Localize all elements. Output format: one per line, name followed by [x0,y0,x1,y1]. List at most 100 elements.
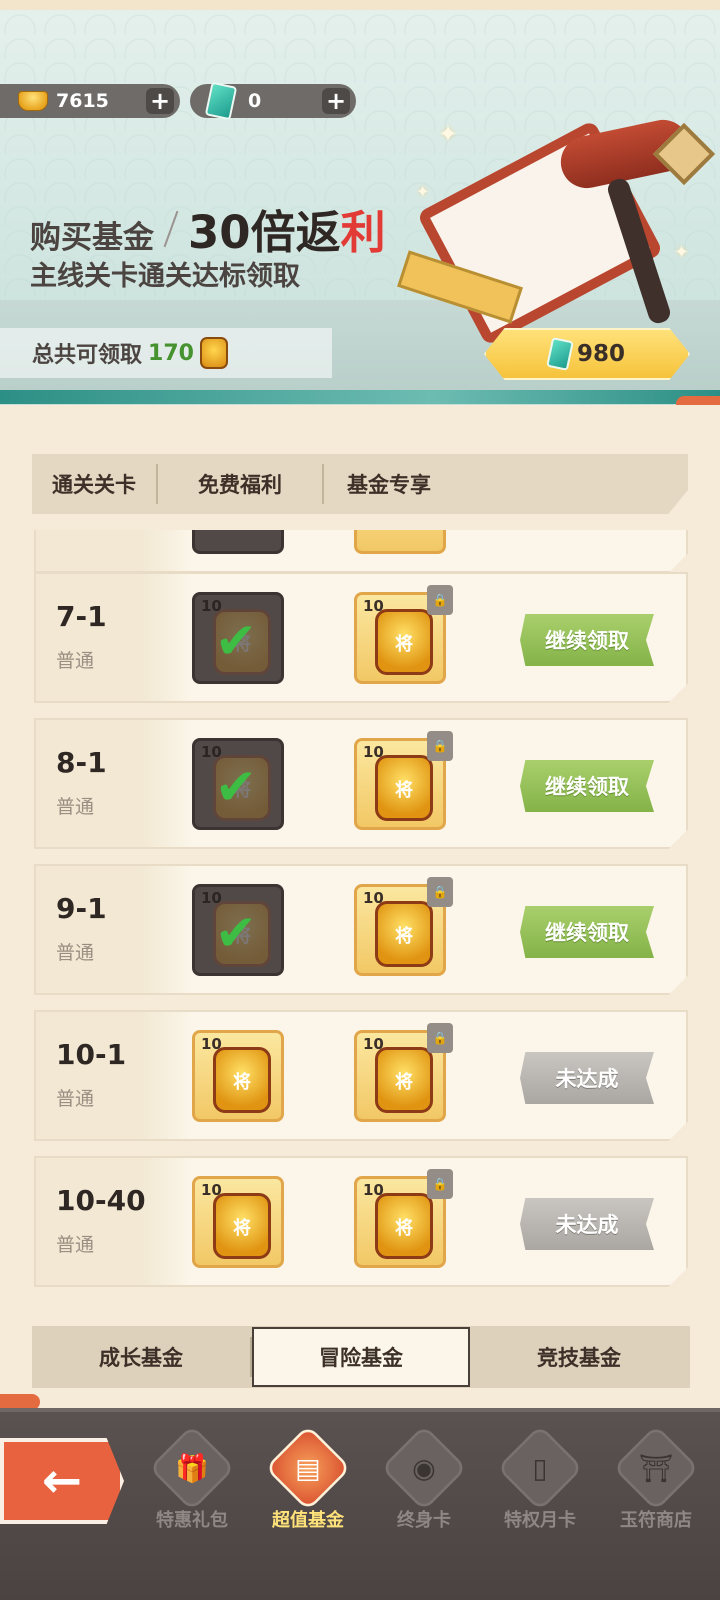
nav-item-monthly-card[interactable]: ▯ 特权月卡 [488,1424,592,1552]
reward-quantity: 10 [363,1181,384,1199]
lock-icon: 🔒 [427,1023,453,1053]
sparkle-icon: ✦ [438,120,459,148]
reward-list[interactable]: 7-1 普通 将 10 ✔ 将 10 🔒 继续领取 8-1 普通 将 10 ✔ … [0,530,720,1314]
lock-icon: 🔒 [427,877,453,907]
table-row: 9-1 普通 将 10 ✔ 将 10 🔒 继续领取 [34,864,688,995]
lock-icon: 🔒 [427,585,453,615]
gold-ingot-icon [18,91,48,111]
fund-reward-slot[interactable]: 将 10 🔒 [354,731,453,830]
title-left: 购买基金 [30,220,154,256]
tab-arena-fund[interactable]: 竞技基金 [470,1326,688,1388]
fund-reward-slot[interactable]: 将 10 🔒 [354,1023,453,1122]
nav-item-gift-pack[interactable]: 🎁 特惠礼包 [140,1424,244,1552]
title-divider [163,210,179,247]
general-token-icon: 将 [375,901,433,967]
jade-amount: 0 [248,90,262,112]
stage-difficulty: 普通 [56,1234,95,1256]
fund-reward-slot[interactable]: 将 10 🔒 [354,877,453,976]
continue-claim-button[interactable]: 继续领取 [520,906,654,958]
stage-number: 8-1 [56,746,107,779]
total-label: 总共可领取 [32,343,143,368]
column-fund: 基金专享 [347,473,431,497]
free-reward-slot[interactable]: 将 10 [192,1176,284,1268]
nav-item-label: 特权月卡 [504,1510,576,1531]
jade-token-icon [204,81,238,121]
title-big-main: 30倍返 [188,206,341,259]
purchase-button[interactable]: 980 [484,328,690,380]
fund-reward-slot[interactable]: 将 10 🔒 [354,585,453,684]
title-big: 30倍返利 [188,196,386,261]
table-row: 10-40 普通 将 10 将 10 🔒 未达成 [34,1156,688,1287]
reward-quantity: 10 [363,597,384,615]
nav-item-label: 终身卡 [397,1510,451,1531]
reward-quantity: 10 [363,743,384,761]
stage-number: 10-1 [56,1038,127,1071]
not-reached-badge: 未达成 [520,1052,654,1104]
nav-item-lifetime-card[interactable]: ◉ 终身卡 [372,1424,476,1552]
gold-currency-pill: 7615 + [0,84,180,118]
not-reached-badge: 未达成 [520,1198,654,1250]
back-button[interactable]: ← [0,1438,124,1524]
total-amount: 170 [148,340,194,366]
sparkle-icon: ✦ [416,182,430,201]
tab-adventure-fund[interactable]: 冒险基金 [252,1327,470,1387]
banner-teal-edge [0,390,720,404]
reward-quantity: 10 [201,1035,222,1053]
nav-item-label: 玉符商店 [620,1510,692,1531]
sparkle-icon: ✦ [674,242,690,263]
general-token-icon: 将 [213,1193,271,1259]
lifetime-card-icon: ◉ [380,1424,468,1512]
free-reward-slot[interactable]: 将 10 ✔ [192,738,284,830]
continue-claim-button[interactable]: 继续领取 [520,614,654,666]
check-icon: ✔ [215,904,257,962]
table-row [34,530,688,573]
jade-currency-pill: 0 + [190,81,356,121]
nav-item-value-fund[interactable]: ▤ 超值基金 [256,1424,360,1552]
fund-reward-slot[interactable]: 将 10 🔒 [354,1169,453,1268]
nav-item-label: 特惠礼包 [156,1510,228,1531]
free-reward-slot[interactable]: 将 10 [192,1030,284,1122]
banner-title: 购买基金 30倍返利 [30,196,386,261]
tab-growth-fund[interactable]: 成长基金 [32,1326,250,1388]
reward-quantity: 10 [363,1035,384,1053]
fund-box-icon: ▤ [264,1424,352,1512]
general-token-icon: 将 [375,1193,433,1259]
gold-amount: 7615 [56,90,109,112]
general-token-icon: 将 [213,1047,271,1113]
monthly-card-icon: ▯ [496,1424,584,1512]
general-token-icon: 将 [375,755,433,821]
total-claimable-bar: 总共可领取 170 [0,328,332,378]
table-row: 7-1 普通 将 10 ✔ 将 10 🔒 继续领取 [34,572,688,703]
continue-claim-button[interactable]: 继续领取 [520,760,654,812]
column-header: 通关关卡 免费福利 基金专享 [32,454,688,514]
shop-icon: ⛩ [612,1424,700,1512]
reward-quantity: 10 [201,1181,222,1199]
check-icon: ✔ [215,758,257,816]
back-arrow-icon: ← [41,1453,83,1509]
reward-quantity: 10 [363,889,384,907]
stage-number: 10-40 [56,1184,146,1217]
nav-item-jade-shop[interactable]: ⛩ 玉符商店 [604,1424,708,1552]
jade-token-icon [546,337,574,371]
fund-reward-slot [354,530,446,554]
stage-difficulty: 普通 [56,796,95,818]
column-free: 免费福利 [198,473,282,497]
stage-number: 9-1 [56,892,107,925]
free-reward-slot [192,530,284,554]
scroll-illustration: ✦ ✦ ✦ [397,115,716,347]
table-row: 10-1 普通 将 10 将 10 🔒 未达成 [34,1010,688,1141]
check-icon: ✔ [215,612,257,670]
free-reward-slot[interactable]: 将 10 ✔ [192,592,284,684]
free-reward-slot[interactable]: 将 10 ✔ [192,884,284,976]
nav-item-label: 超值基金 [272,1510,344,1531]
general-token-icon: 将 [375,609,433,675]
lock-icon: 🔒 [427,1169,453,1199]
stage-difficulty: 普通 [56,1088,95,1110]
add-jade-button[interactable]: + [322,88,350,114]
lock-icon: 🔒 [427,731,453,761]
add-gold-button[interactable]: + [146,88,174,114]
stage-difficulty: 普通 [56,650,95,672]
stage-difficulty: 普通 [56,942,95,964]
title-big-accent: 利 [340,206,386,259]
banner-subtitle: 主线关卡通关达标领取 [30,261,300,292]
